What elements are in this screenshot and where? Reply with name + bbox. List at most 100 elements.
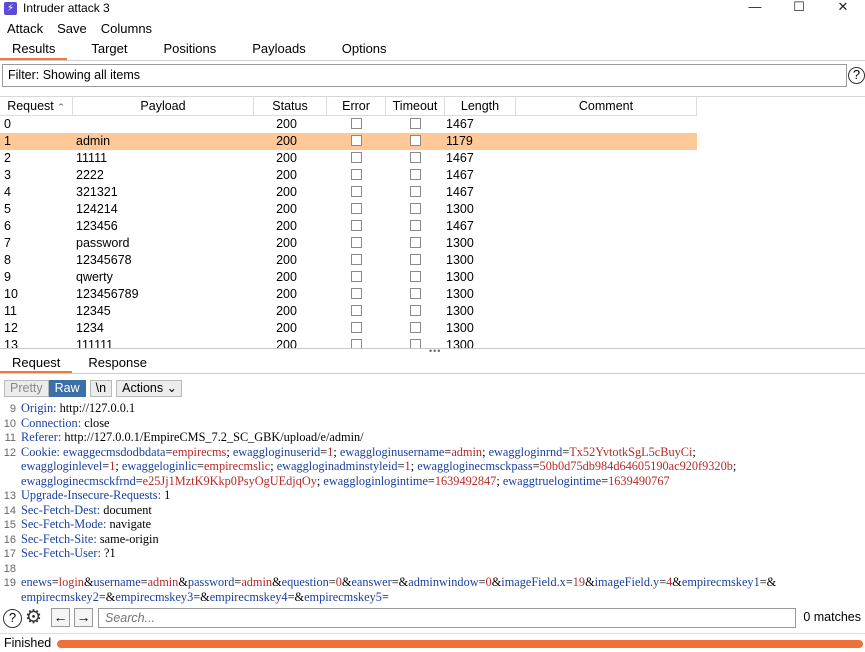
table-row[interactable]: 6 123456 200 1467 [0, 218, 697, 235]
menu-attack[interactable]: Attack [0, 21, 50, 36]
length-cell: 1467 [446, 219, 474, 233]
error-checkbox[interactable] [351, 339, 362, 348]
timeout-checkbox[interactable] [410, 271, 421, 283]
timeout-checkbox[interactable] [410, 135, 421, 147]
timeout-cell [386, 235, 445, 252]
error-cell [327, 252, 386, 269]
line-number: 9 [9, 403, 16, 415]
error-checkbox[interactable] [351, 237, 362, 249]
comment-cell [516, 184, 697, 201]
code-token: = [51, 575, 59, 589]
error-checkbox[interactable] [351, 169, 362, 181]
timeout-checkbox[interactable] [410, 186, 421, 198]
menu-columns[interactable]: Columns [94, 21, 159, 36]
code-token: = [565, 575, 573, 589]
error-checkbox[interactable] [351, 118, 362, 130]
error-checkbox[interactable] [351, 186, 362, 198]
timeout-checkbox[interactable] [410, 288, 421, 300]
comment-cell [516, 252, 697, 269]
status-cell: 200 [276, 321, 297, 335]
status-cell: 200 [276, 202, 297, 216]
close-button[interactable]: ✕ [821, 0, 865, 16]
table-row[interactable]: 13 111111 200 1300 [0, 337, 697, 348]
table-row[interactable]: 8 12345678 200 1300 [0, 252, 697, 269]
gear-icon[interactable]: ⚙ [25, 608, 42, 628]
column-header-request[interactable]: Request ⌃ [0, 97, 73, 116]
column-header-comment[interactable]: Comment [516, 97, 697, 116]
error-checkbox[interactable] [351, 254, 362, 266]
code-token: same-origin [99, 531, 159, 546]
request-cell: 5 [4, 202, 11, 216]
line-code: Connection: close [21, 416, 109, 430]
table-row[interactable]: 0 200 1467 [0, 116, 697, 133]
table-row[interactable]: 12 1234 200 1300 [0, 320, 697, 337]
search-input[interactable] [98, 608, 796, 628]
newline-toggle-button[interactable]: \n [89, 379, 113, 397]
code-token: admin [147, 575, 179, 589]
timeout-cell [386, 201, 445, 218]
column-header-status[interactable]: Status [254, 97, 327, 116]
raw-button[interactable]: Raw [48, 379, 86, 397]
previous-match-button[interactable]: ← [51, 608, 70, 627]
code-token: http://127.0.0.1 [59, 401, 136, 415]
request-cell: 4 [4, 185, 11, 199]
error-checkbox[interactable] [351, 305, 362, 317]
tab-target[interactable]: Target [79, 39, 139, 60]
error-checkbox[interactable] [351, 220, 362, 232]
table-row[interactable]: 1 admin 200 1179 [0, 133, 697, 150]
timeout-checkbox[interactable] [410, 220, 421, 232]
comment-cell [516, 218, 697, 235]
request-cell: 2 [4, 151, 11, 165]
table-row[interactable]: 3 2222 200 1467 [0, 167, 697, 184]
column-header-payload[interactable]: Payload [73, 97, 254, 116]
results-filter[interactable]: Filter: Showing all items [2, 64, 847, 87]
error-checkbox[interactable] [351, 271, 362, 283]
timeout-checkbox[interactable] [410, 118, 421, 130]
help-icon[interactable]: ? [3, 609, 22, 628]
column-header-error[interactable]: Error [327, 97, 386, 116]
timeout-checkbox[interactable] [410, 254, 421, 266]
column-header-timeout[interactable]: Timeout [386, 97, 445, 116]
timeout-cell [386, 150, 445, 167]
code-token: = [532, 459, 540, 473]
menu-save[interactable]: Save [50, 21, 94, 36]
length-cell: 1179 [446, 134, 473, 148]
editor-line: 16 Sec-Fetch-Site: same-origin [0, 532, 159, 546]
table-row[interactable]: 5 124214 200 1300 [0, 201, 697, 218]
pretty-button[interactable]: Pretty [4, 379, 49, 397]
tab-response[interactable]: Response [76, 353, 159, 373]
timeout-checkbox[interactable] [410, 322, 421, 334]
table-row[interactable]: 7 password 200 1300 [0, 235, 697, 252]
tab-positions[interactable]: Positions [152, 39, 229, 60]
timeout-checkbox[interactable] [410, 169, 421, 181]
tab-results[interactable]: Results [0, 39, 68, 60]
table-row[interactable]: 4 321321 200 1467 [0, 184, 697, 201]
next-match-button[interactable]: → [74, 608, 93, 627]
actions-button[interactable]: Actions ⌄ [116, 379, 183, 397]
help-icon[interactable]: ? [848, 67, 865, 84]
timeout-checkbox[interactable] [410, 152, 421, 164]
tab-payloads[interactable]: Payloads [240, 39, 317, 60]
column-header-length[interactable]: Length [445, 97, 516, 116]
table-row[interactable]: 10 123456789 200 1300 [0, 286, 697, 303]
table-row[interactable]: 11 12345 200 1300 [0, 303, 697, 320]
error-checkbox[interactable] [351, 152, 362, 164]
table-row[interactable]: 9 qwerty 200 1300 [0, 269, 697, 286]
error-checkbox[interactable] [351, 203, 362, 215]
minimize-button[interactable]: — [733, 0, 777, 16]
error-checkbox[interactable] [351, 322, 362, 334]
tab-options[interactable]: Options [330, 39, 399, 60]
tab-request[interactable]: Request [0, 353, 73, 373]
timeout-checkbox[interactable] [410, 339, 421, 348]
timeout-checkbox[interactable] [410, 203, 421, 215]
timeout-checkbox[interactable] [410, 237, 421, 249]
comment-cell [516, 269, 697, 286]
error-checkbox[interactable] [351, 288, 362, 300]
error-checkbox[interactable] [351, 135, 362, 147]
table-row[interactable]: 2 11111 200 1467 [0, 150, 697, 167]
editor-line: 14 Sec-Fetch-Dest: document [0, 503, 152, 517]
timeout-checkbox[interactable] [410, 305, 421, 317]
maximize-button[interactable]: ☐ [777, 0, 821, 16]
title-bar: ⚡ Intruder attack 3 — ☐ ✕ [0, 0, 865, 16]
request-editor[interactable]: 9 Origin: http://127.0.0.1 10 Connection: c… [0, 401, 865, 605]
